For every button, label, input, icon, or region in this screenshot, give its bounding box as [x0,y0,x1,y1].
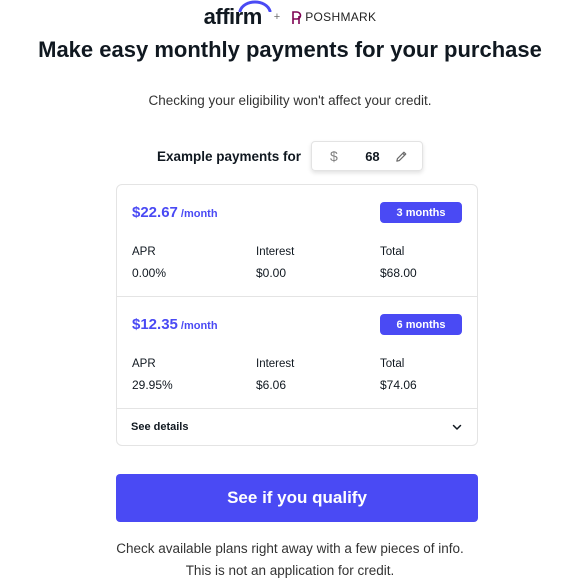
total-column: Total $74.06 [380,358,417,392]
poshmark-logo: POSHMARK [290,10,376,25]
amount-row: Example payments for $ 68 [0,141,580,171]
amount-label: Example payments for [156,148,302,164]
payment-plans-card: $22.67/month 3 months APR 0.00% Interest… [116,184,478,446]
term-badge: 3 months [380,202,462,223]
total-label: Total [380,246,405,258]
interest-label: Interest [256,246,295,258]
page-title: Make easy monthly payments for your purc… [38,37,542,62]
brand-header: affirm + POSHMARK [0,0,580,32]
total-label: Total [380,358,405,370]
poshmark-wordmark: POSHMARK [305,10,377,24]
footer-info: Check available plans right away with a … [116,541,464,556]
apr-label: APR [132,246,156,258]
term-badge: 6 months [380,314,462,335]
plan-option[interactable]: $12.35/month 6 months APR 29.95% Interes… [117,297,477,409]
interest-value: $6.06 [256,378,287,392]
monthly-amount-value: $12.35 [132,316,178,333]
total-value: $74.06 [380,378,417,392]
monthly-amount: $22.67/month [132,204,218,221]
interest-value: $0.00 [256,266,287,280]
interest-label: Interest [256,358,295,370]
apr-value: 0.00% [132,266,167,280]
amount-input[interactable]: $ 68 [311,141,424,171]
total-value: $68.00 [380,266,417,280]
per-month-label: /month [180,320,218,332]
affirm-logo: affirm [204,0,272,30]
interest-column: Interest $0.00 [256,246,294,280]
apr-value: 29.95% [132,378,173,392]
monthly-amount-value: $22.67 [132,204,178,221]
plus-sign: + [273,11,281,23]
footer-disclaimer: This is not an application for credit. [185,563,395,578]
monthly-amount: $12.35/month [132,316,218,333]
currency-symbol: $ [330,148,338,164]
apr-label: APR [132,358,156,370]
see-details-toggle[interactable]: See details [117,409,477,445]
interest-column: Interest $6.06 [256,358,294,392]
plan-option[interactable]: $22.67/month 3 months APR 0.00% Interest… [117,185,477,297]
page-subtitle: Checking your eligibility won't affect y… [148,93,432,108]
see-if-you-qualify-button[interactable]: See if you qualify [116,474,478,522]
per-month-label: /month [180,208,218,220]
poshmark-p-icon [292,10,302,24]
chevron-down-icon[interactable] [452,424,462,431]
see-details-label: See details [131,421,189,433]
apr-column: APR 29.95% [132,358,173,392]
pencil-icon[interactable] [395,150,408,163]
amount-value[interactable]: 68 [338,149,395,164]
apr-column: APR 0.00% [132,246,166,280]
total-column: Total $68.00 [380,246,417,280]
affirm-arc-icon [238,0,272,12]
